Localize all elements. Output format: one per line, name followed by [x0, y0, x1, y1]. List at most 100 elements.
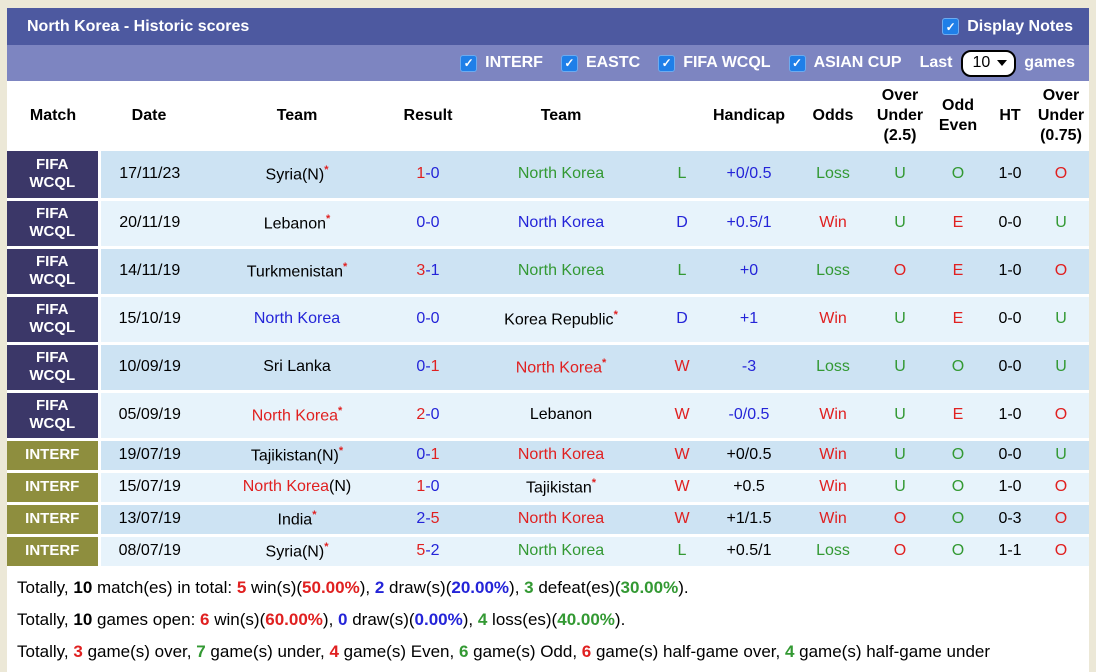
league-cell: INTERF — [7, 503, 99, 535]
summary-segment: 2 — [375, 578, 384, 597]
checkbox-interf[interactable]: ✓ — [460, 55, 477, 72]
table-row: FIFA WCQL14/11/19Turkmenistan*3-1North K… — [7, 247, 1089, 295]
summary-segment: 3 — [524, 578, 533, 597]
last-games-select[interactable]: 10 — [961, 50, 1017, 77]
checkbox-asian-cup[interactable]: ✓ — [789, 55, 806, 72]
filter-label-asian-cup: ASIAN CUP — [814, 54, 902, 72]
table-row: INTERF13/07/19India*2-5North KoreaW+1/1.… — [7, 503, 1089, 535]
wdl-cell: W — [661, 503, 703, 535]
away-team-cell: Korea Republic* — [461, 295, 661, 343]
handicap-cell: +0 — [703, 247, 795, 295]
league-cell: FIFA WCQL — [7, 343, 99, 391]
summary-segment: loss(es)( — [487, 610, 557, 629]
wdl-cell: L — [661, 535, 703, 567]
team-name: Lebanon — [530, 406, 592, 423]
team-suffix: (N) — [329, 478, 351, 495]
date-cell: 15/07/19 — [99, 471, 199, 503]
home-team-cell: Tajikistan(N)* — [199, 439, 395, 471]
team-name: North Korea — [516, 359, 602, 376]
handicap-cell: +0/0.5 — [703, 439, 795, 471]
score-cell: 2-0 — [395, 391, 461, 439]
table-row: FIFA WCQL10/09/19Sri Lanka0-1North Korea… — [7, 343, 1089, 391]
home-team-cell: Turkmenistan* — [199, 247, 395, 295]
home-team-cell: Sri Lanka — [199, 343, 395, 391]
summary-segment: Totally, — [17, 642, 73, 661]
odds-cell: Loss — [795, 151, 871, 199]
score-cell: 0-0 — [395, 295, 461, 343]
over-under-075-cell: U — [1033, 295, 1089, 343]
chevron-down-icon — [997, 60, 1007, 66]
away-score: 1 — [431, 358, 440, 375]
star-marker: * — [339, 445, 343, 457]
summary-segment: ), — [323, 610, 338, 629]
filter-asian-cup[interactable]: ✓ ASIAN CUP — [789, 54, 902, 72]
filter-fifa-wcql[interactable]: ✓FIFA WCQL — [658, 54, 770, 72]
score-cell: 2-5 — [395, 503, 461, 535]
league-cell: FIFA WCQL — [7, 151, 99, 199]
odd-even-cell: O — [929, 151, 987, 199]
over-under-25-cell: U — [871, 199, 929, 247]
home-score: 0 — [416, 358, 425, 375]
summary-segment: Totally, — [17, 610, 73, 629]
summary-segment: win(s)( — [210, 610, 266, 629]
over-under-25-cell: O — [871, 535, 929, 567]
odd-even-cell: E — [929, 247, 987, 295]
away-score: 0 — [431, 165, 440, 182]
league-cell: FIFA WCQL — [7, 295, 99, 343]
home-team-cell: North Korea — [199, 295, 395, 343]
odds-cell: Win — [795, 439, 871, 471]
summary-segment: game(s) half-game under — [794, 642, 990, 661]
wdl-cell: W — [661, 343, 703, 391]
star-marker: * — [343, 261, 347, 273]
over-under-075-cell: U — [1033, 199, 1089, 247]
checkbox-fifa-wcql[interactable]: ✓ — [658, 55, 675, 72]
date-cell: 17/11/23 — [99, 151, 199, 199]
ht-cell: 0-0 — [987, 439, 1033, 471]
summary-segment: match(es) in total: — [92, 578, 237, 597]
summary-segment: 20.00% — [451, 578, 509, 597]
home-score: 0 — [416, 214, 425, 231]
league-cell: INTERF — [7, 535, 99, 567]
star-marker: * — [324, 541, 328, 553]
odds-cell: Win — [795, 471, 871, 503]
date-cell: 08/07/19 — [99, 535, 199, 567]
table-row: INTERF15/07/19North Korea(N)1-0Tajikista… — [7, 471, 1089, 503]
odds-cell: Loss — [795, 247, 871, 295]
summary-segment: game(s) Even, — [339, 642, 459, 661]
odd-even-cell: O — [929, 343, 987, 391]
over-under-075-cell: O — [1033, 471, 1089, 503]
league-cell: INTERF — [7, 439, 99, 471]
wdl-cell: D — [661, 199, 703, 247]
last-games-value: 10 — [973, 54, 991, 72]
checkbox-eastc[interactable]: ✓ — [561, 55, 578, 72]
date-cell: 10/09/19 — [99, 343, 199, 391]
summary-segment: ), — [360, 578, 375, 597]
summary-segment: ). — [678, 578, 688, 597]
over-under-075-cell: O — [1033, 503, 1089, 535]
team-name: Tajikistan — [526, 479, 592, 496]
ht-cell: 1-0 — [987, 391, 1033, 439]
table-row: FIFA WCQL05/09/19North Korea*2-0LebanonW… — [7, 391, 1089, 439]
ht-cell: 0-0 — [987, 343, 1033, 391]
team-name: Tajikistan(N) — [251, 447, 339, 464]
display-notes-toggle[interactable]: ✓ Display Notes — [942, 18, 1073, 36]
odd-even-cell: E — [929, 391, 987, 439]
filter-items: ✓INTERF✓EASTC✓FIFA WCQL✓ASIAN CUP — [460, 54, 901, 72]
ht-cell: 1-1 — [987, 535, 1033, 567]
filter-interf[interactable]: ✓INTERF — [460, 54, 543, 72]
team-name: North Korea — [518, 542, 604, 559]
filter-label-eastc: EASTC — [586, 54, 640, 72]
col-header-date: Date — [99, 81, 199, 151]
odds-cell: Loss — [795, 535, 871, 567]
over-under-25-cell: U — [871, 151, 929, 199]
team-name: Syria(N) — [266, 543, 325, 560]
odds-cell: Win — [795, 391, 871, 439]
display-notes-checkbox-icon[interactable]: ✓ — [942, 18, 959, 35]
team-name: Korea Republic — [504, 311, 613, 328]
summary-segment: ), — [509, 578, 524, 597]
filter-eastc[interactable]: ✓ EASTC — [561, 54, 640, 72]
ht-cell: 1-0 — [987, 247, 1033, 295]
away-team-cell: North Korea — [461, 247, 661, 295]
summary-line-3: Totally, 3 game(s) over, 7 game(s) under… — [17, 641, 1087, 662]
team-name: Syria(N) — [266, 166, 325, 183]
